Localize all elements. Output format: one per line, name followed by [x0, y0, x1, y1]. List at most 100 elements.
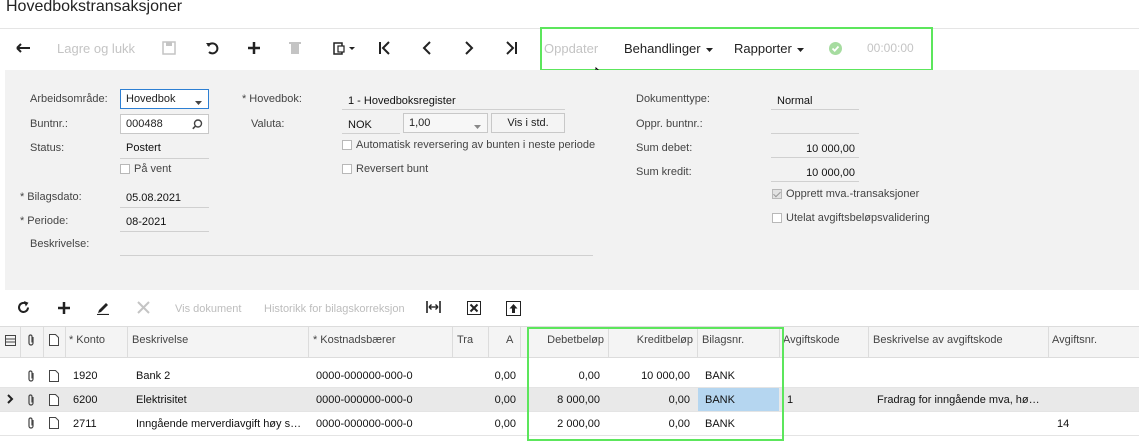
add-row-icon[interactable]	[57, 301, 71, 315]
beskrivelse-input[interactable]	[120, 255, 593, 256]
chevron-down-icon	[474, 121, 481, 133]
col-header-beskrivelse[interactable]: Beskrivelse	[132, 334, 188, 346]
cell-kostnadsbaerer[interactable]: 0000-000000-000-0	[316, 394, 413, 406]
arbeidsomrade-value: Hovedbok	[126, 93, 176, 105]
cell-avgiftskode[interactable]: 1	[787, 394, 793, 406]
hovedbok-label: Hovedbok:	[242, 93, 302, 105]
refresh-icon[interactable]	[17, 301, 30, 314]
sum-kredit-label: Sum kredit:	[636, 166, 692, 178]
back-arrow-icon[interactable]	[15, 40, 33, 56]
valuta-rate-select[interactable]: 1,00	[403, 113, 488, 133]
col-header-avgiftsnr[interactable]: Avgiftsnr.	[1052, 334, 1097, 346]
cell-konto[interactable]: 1920	[73, 370, 97, 382]
note-icon	[49, 334, 59, 349]
cell-avgiftsnr[interactable]: 14	[1057, 418, 1069, 430]
cell-kostnadsbaerer[interactable]: 0000-000000-000-0	[316, 370, 413, 382]
arbeidsomrade-label: Arbeidsområde:	[30, 93, 108, 105]
cell-a[interactable]: 0,00	[488, 370, 516, 382]
attachment-icon[interactable]	[27, 394, 36, 409]
col-sep	[20, 327, 21, 357]
auto-reversering-checkbox[interactable]	[342, 140, 352, 150]
status-value: Postert	[126, 142, 161, 154]
note-icon[interactable]	[49, 394, 59, 409]
col-header-konto[interactable]: Konto	[69, 334, 105, 346]
hovedbok-value[interactable]: 1 - Hovedboksregister	[348, 95, 456, 107]
first-record-icon[interactable]	[377, 40, 393, 56]
vis-dokument-button[interactable]: Vis dokument	[175, 303, 241, 315]
note-icon[interactable]	[49, 370, 59, 385]
reversert-bunt-checkbox[interactable]	[342, 164, 352, 174]
save-close-button[interactable]: Lagre og lukk	[57, 40, 135, 56]
pa-vent-label: På vent	[134, 163, 172, 175]
previous-record-icon[interactable]	[419, 40, 435, 56]
buntnr-input[interactable]: 000488	[120, 114, 209, 134]
row-selector-icon[interactable]	[5, 335, 16, 349]
excel-export-icon[interactable]	[467, 301, 481, 315]
vis-i-std-button[interactable]: Vis i std.	[491, 113, 565, 133]
edit-icon[interactable]	[96, 301, 110, 315]
sum-debet-underline	[771, 157, 859, 158]
col-header-a[interactable]: A	[506, 334, 513, 346]
sum-kredit-underline	[771, 181, 859, 182]
attachment-icon[interactable]	[27, 417, 36, 432]
last-record-icon[interactable]	[503, 40, 519, 56]
cell-konto[interactable]: 6200	[73, 394, 97, 406]
cell-kostnadsbaerer[interactable]: 0000-000000-000-0	[316, 418, 413, 430]
buntnr-label: Buntnr.:	[30, 118, 68, 130]
col-sep	[452, 327, 453, 357]
fit-columns-icon[interactable]	[426, 301, 441, 313]
col-sep	[488, 327, 489, 357]
delete-icon[interactable]	[287, 40, 303, 56]
historikk-button[interactable]: Historikk for bilagskorreksjon	[264, 303, 405, 315]
auto-reversering-label: Automatisk reversering av bunten i neste…	[356, 139, 596, 151]
cell-besk-avgift[interactable]: Fradrag for inngående mva, hø…	[877, 394, 1040, 406]
bilagsdato-value[interactable]: 05.08.2021	[126, 192, 181, 204]
upload-icon[interactable]	[506, 301, 521, 316]
col-sep	[65, 327, 66, 357]
col-header-avgiftskode[interactable]: Avgiftskode	[783, 334, 840, 346]
col-sep	[868, 327, 869, 357]
cell-konto[interactable]: 2711	[73, 418, 97, 430]
undo-icon[interactable]	[204, 40, 220, 56]
status-label: Status:	[30, 142, 65, 154]
hovedbok-underline	[342, 109, 565, 110]
col-sep	[520, 327, 521, 357]
next-record-icon[interactable]	[461, 40, 477, 56]
copy-paste-icon[interactable]	[331, 40, 357, 56]
opprett-mva-label: Opprett mva.-transaksjoner	[786, 188, 920, 200]
dokumenttype-label: Dokumenttype:	[636, 93, 710, 105]
col-header-besk-avgift[interactable]: Beskrivelse av avgiftskode	[873, 334, 1003, 346]
pa-vent-checkbox[interactable]	[120, 164, 130, 174]
col-sep	[43, 327, 44, 357]
delete-row-icon[interactable]	[137, 301, 150, 314]
valuta-underline	[342, 133, 400, 134]
col-sep	[1048, 327, 1049, 357]
chevron-down-icon	[195, 97, 202, 109]
cell-a[interactable]: 0,00	[488, 418, 516, 430]
periode-value[interactable]: 08-2021	[126, 216, 166, 228]
buntnr-value: 000488	[126, 118, 163, 130]
valuta-rate-value: 1,00	[409, 117, 431, 129]
cell-a[interactable]: 0,00	[488, 394, 516, 406]
note-icon[interactable]	[49, 417, 59, 432]
oppr-buntnr-underline	[771, 133, 859, 134]
bilagsdato-underline	[120, 207, 209, 208]
attachment-icon[interactable]	[27, 370, 36, 385]
utelat-checkbox[interactable]	[772, 213, 782, 223]
col-header-kostnadsbaerer[interactable]: Kostnadsbærer	[313, 334, 395, 346]
search-icon[interactable]	[192, 119, 203, 133]
valuta-value[interactable]: NOK	[348, 119, 372, 131]
cell-beskrivelse[interactable]: Bank 2	[136, 370, 170, 382]
beskrivelse-label: Beskrivelse:	[30, 238, 90, 250]
arbeidsomrade-select[interactable]: Hovedbok	[120, 89, 209, 109]
cell-beskrivelse[interactable]: Elektrisitet	[136, 394, 187, 406]
status-underline	[120, 158, 209, 159]
bilagsdato-label: Bilagsdato:	[20, 191, 81, 203]
opprett-mva-checkbox[interactable]	[772, 189, 782, 199]
reversert-bunt-label: Reversert bunt	[356, 163, 429, 175]
col-header-tra[interactable]: Tra	[457, 334, 473, 346]
add-icon[interactable]	[246, 40, 262, 56]
cell-beskrivelse[interactable]: Inngående merverdiavgift høy s…	[136, 418, 301, 430]
save-icon[interactable]	[161, 40, 177, 56]
valuta-label: Valuta:	[251, 118, 285, 130]
